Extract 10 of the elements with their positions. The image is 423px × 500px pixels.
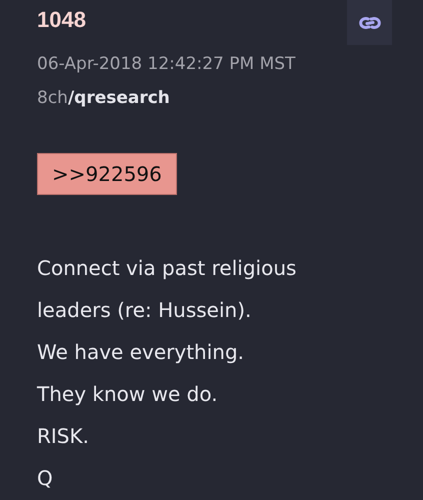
board-link[interactable]: 8ch/qresearch [37,88,392,108]
post-timestamp: 06-Apr-2018 12:42:27 PM MST [37,54,296,74]
post-text: RISK. [37,423,90,450]
post-text: Connect via past religious leaders (re: Hussein). [37,255,298,324]
reply-link[interactable]: >>922596 [37,153,177,195]
post-text: Q [37,465,54,492]
post-text: We have everything. [37,339,246,366]
post-number: 1048 [37,7,86,33]
link-button[interactable] [347,0,392,45]
post-text: They know we do. [37,381,219,408]
